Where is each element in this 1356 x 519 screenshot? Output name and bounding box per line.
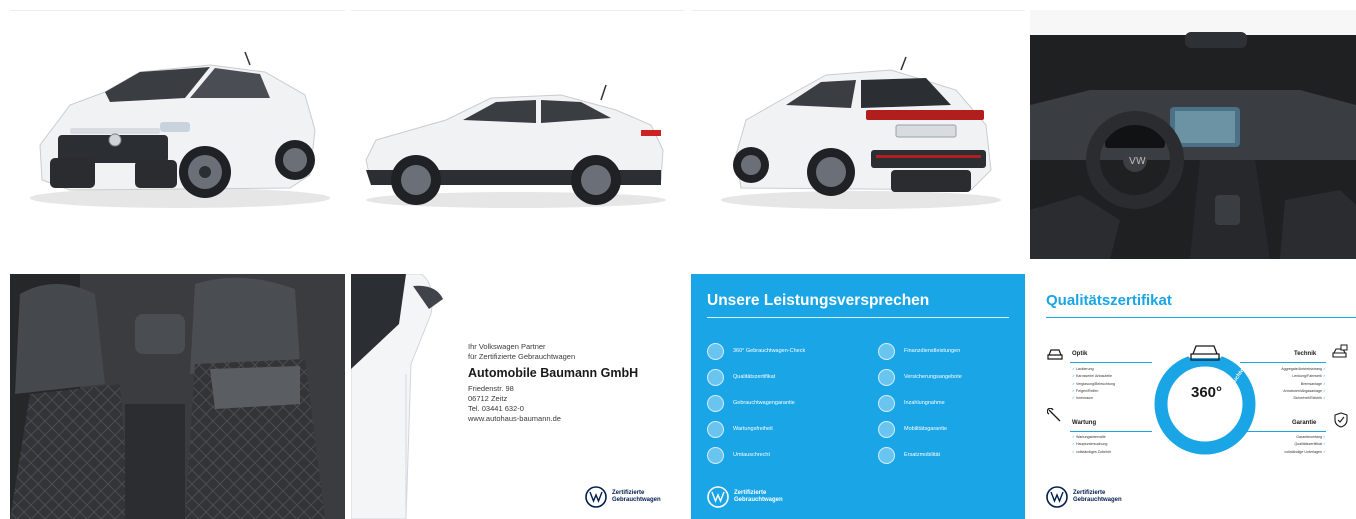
service-item: Gebrauchtwagengarantie <box>707 390 857 416</box>
cert-label: Zertifizierte <box>734 490 767 496</box>
service-item: 360° Gebrauchtwagen-Check <box>707 338 857 364</box>
vw-logo-icon <box>1046 486 1068 508</box>
tile-divider <box>351 10 685 11</box>
car-icon <box>1047 349 1063 360</box>
section-wartung-label: Wartung <box>1072 420 1097 426</box>
garantie-items: Garantieumfang Qualitätszertifikat volls… <box>1284 434 1326 456</box>
car-check-icon <box>1332 344 1348 358</box>
gallery-image-dashboard[interactable]: VW <box>1030 10 1356 259</box>
service-circle-icon <box>707 394 724 412</box>
service-circle-icon <box>878 394 895 412</box>
title-rule <box>707 317 1009 318</box>
vw-logo-icon <box>585 486 607 508</box>
car-rear-illustration <box>721 56 1001 209</box>
wrench-icon <box>1047 408 1061 422</box>
service-circle-icon <box>878 446 895 464</box>
section-optik-label: Optik <box>1072 351 1088 357</box>
dealer-street: Friedenstr. 98 <box>468 384 514 393</box>
service-circle-icon <box>878 368 895 386</box>
cert-label: Zertifizierte <box>1073 490 1106 496</box>
section-rule <box>1240 431 1326 432</box>
services-title: Unsere Leistungsversprechen <box>707 292 930 309</box>
service-item: Versicherungsangebote <box>878 364 1025 390</box>
tile-divider <box>691 10 1025 11</box>
car-front-illustration <box>30 51 330 208</box>
certified-used-cars-badge: Zertifizierte Gebrauchtwagen <box>1046 486 1122 508</box>
section-rule <box>1240 362 1326 363</box>
optik-items: Lackierung Karosserie/ Anbauteile Vergla… <box>1072 366 1115 402</box>
partner-line: für Zertifizierte Gebrauchtwagen <box>468 352 576 361</box>
dealer-info-card[interactable]: Ihr Volkswagen Partner für Zertifizierte… <box>351 274 685 519</box>
cert-label: Gebrauchtwagen <box>1073 497 1122 503</box>
section-rule <box>1070 362 1152 363</box>
service-circle-icon <box>707 368 724 386</box>
cert-label: Zertifizierte <box>612 490 645 496</box>
services-list-left: 360° Gebrauchtwagen-Check Qualitätszerti… <box>707 338 857 468</box>
section-garantie-label: Garantie <box>1292 420 1317 426</box>
service-item: Umtauschrecht <box>707 442 857 468</box>
svg-text:VW: VW <box>1129 156 1146 167</box>
section-technik-label: Technik <box>1294 351 1317 357</box>
service-circle-icon <box>707 342 724 360</box>
services-list-right: Finanzdienstleistungen Versicherungsange… <box>878 338 1025 468</box>
shield-icon <box>1334 412 1348 428</box>
service-item: Wartungsfreiheit <box>707 416 857 442</box>
dealer-phone: Tel. 03441 632-0 <box>468 404 524 413</box>
service-item: Ersatzmobilität <box>878 442 1025 468</box>
car-side-illustration <box>365 84 666 208</box>
service-item: Mobilitätsgarantie <box>878 416 1025 442</box>
partner-line: Ihr Volkswagen Partner <box>468 342 546 351</box>
service-item: Inzahlungnahme <box>878 390 1025 416</box>
dealer-name: Automobile Baumann GmbH <box>468 366 639 380</box>
certified-used-cars-badge: Zertifizierte Gebrauchtwagen <box>585 486 661 508</box>
service-item: Qualitätszertifikat <box>707 364 857 390</box>
dashboard-illustration: VW <box>1030 10 1356 259</box>
cert-label: Gebrauchtwagen <box>734 497 783 503</box>
seats-illustration <box>10 274 345 519</box>
services-card[interactable]: Unsere Leistungsversprechen 360° Gebrauc… <box>691 274 1025 519</box>
dealer-city: 06712 Zeitz <box>468 394 508 403</box>
dealer-website: www.autohaus-baumann.de <box>468 414 561 423</box>
technik-items: Aggregate/Antriebsstrang Lenkung/Fahrwer… <box>1281 366 1326 402</box>
cert-label: Gebrauchtwagen <box>612 497 661 503</box>
service-item: Finanzdienstleistungen <box>878 338 1025 364</box>
service-circle-icon <box>707 420 724 438</box>
service-circle-icon <box>878 420 895 438</box>
certified-used-cars-badge: Zertifizierte Gebrauchtwagen <box>707 486 783 508</box>
section-rule <box>1070 431 1152 432</box>
gallery-image-seats[interactable] <box>10 274 345 519</box>
gallery-image-front-view[interactable] <box>10 10 345 259</box>
ring-value: 360° <box>1191 384 1223 401</box>
quality-certificate-card[interactable]: Qualitätszertifikat 360° Gebrauchtwagen-… <box>1030 274 1356 519</box>
gallery-image-rear-view[interactable] <box>691 10 1025 259</box>
service-circle-icon <box>707 446 724 464</box>
wartung-items: Wartungsintervalle Hauptuntersuchung vol… <box>1072 434 1111 456</box>
service-circle-icon <box>878 342 895 360</box>
gallery-image-side-view[interactable] <box>351 10 685 259</box>
car-hood-illustration <box>351 274 443 519</box>
vw-logo-icon <box>707 486 729 508</box>
tile-divider <box>10 10 345 11</box>
dealer-address-block: Ihr Volkswagen Partner für Zertifizierte… <box>468 342 638 424</box>
